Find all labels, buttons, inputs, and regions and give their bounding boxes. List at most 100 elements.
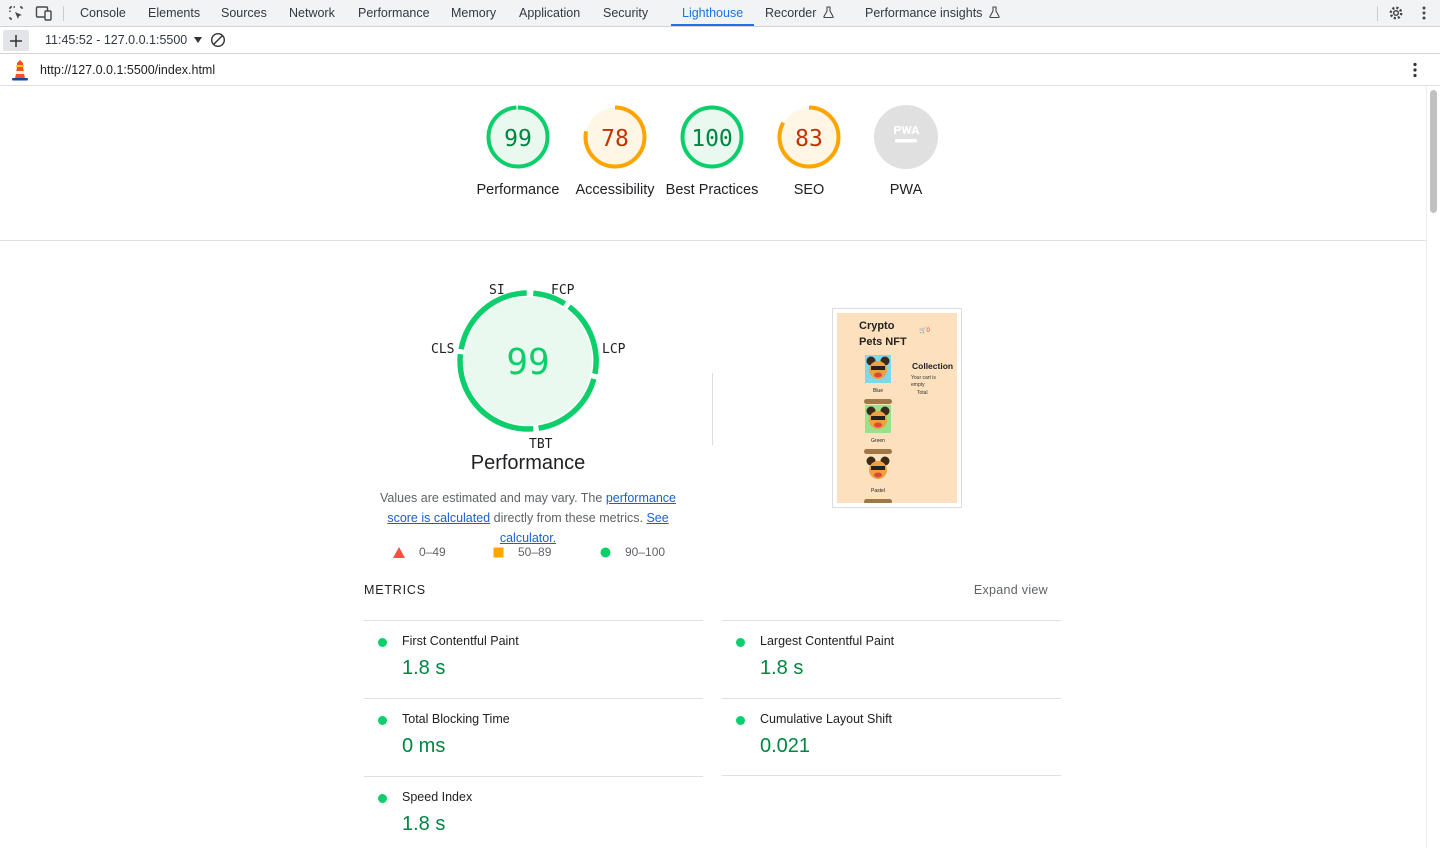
metric-name: Cumulative Layout Shift: [760, 712, 893, 726]
toolbar-separator: [1377, 6, 1378, 21]
expand-view-toggle[interactable]: Expand view: [974, 583, 1048, 597]
report-selector[interactable]: 11:45:52 - 127.0.0.1:5500: [45, 27, 202, 53]
tab-lighthouse[interactable]: Lighthouse: [682, 0, 743, 26]
item-name: Blue: [872, 388, 883, 394]
add-to-cart-bar: [864, 399, 892, 404]
gauge-label: Accessibility: [575, 182, 655, 198]
metric-first-contentful-paint: First Contentful Paint 1.8 s: [364, 620, 703, 698]
score-gauges: 99 Performance 78 Accessibility 100 Best…: [0, 86, 1426, 241]
gauge-label: Best Practices: [665, 182, 759, 198]
tab-sources[interactable]: Sources: [221, 0, 267, 26]
more-options-icon[interactable]: [1414, 0, 1434, 26]
gauge-accessibility[interactable]: 78 Accessibility: [565, 104, 665, 200]
gauge-score: 99: [504, 126, 532, 152]
gauge-label: Performance: [476, 182, 560, 198]
tab-performance-insights[interactable]: Performance insights: [865, 0, 1000, 26]
screenshot-heading: Collection: [912, 361, 954, 371]
metric-label-si: SI: [489, 283, 505, 298]
devtools-toolbar: Console Elements Sources Network Perform…: [0, 0, 1440, 27]
final-screenshot[interactable]: Crypto Pets NFT 🛒0 Collection Your cart …: [832, 308, 962, 508]
performance-description: Values are estimated and may vary. The p…: [364, 488, 692, 548]
cart-count: 0: [926, 328, 930, 334]
performance-score: 99: [506, 342, 549, 383]
screenshot-total: Total: [917, 390, 928, 396]
metric-name: Largest Contentful Paint: [760, 634, 895, 648]
gauge-seo[interactable]: 83 SEO: [759, 104, 859, 200]
tab-performance-insights-label: Performance insights: [865, 6, 983, 20]
metric-speed-index: Speed Index 1.8 s: [364, 776, 703, 848]
tab-network[interactable]: Network: [289, 0, 335, 26]
pwa-na-dash: [895, 139, 917, 143]
tab-recorder-label: Recorder: [765, 6, 817, 20]
screenshot-item: Blue: [863, 355, 893, 404]
add-to-cart-bar: [864, 449, 892, 454]
metric-name: First Contentful Paint: [402, 634, 519, 648]
tab-application[interactable]: Application: [519, 0, 580, 26]
vertical-scrollbar[interactable]: [1426, 86, 1440, 848]
report-url: http://127.0.0.1:5500/index.html: [40, 63, 216, 77]
metric-value: 1.8 s: [402, 813, 446, 835]
gauge-label: PWA: [889, 182, 923, 198]
item-name: Pastel: [871, 488, 885, 494]
metrics-header: METRICS Expand view: [364, 583, 1062, 609]
triangle-fail-icon: [393, 546, 405, 558]
settings-gear-icon[interactable]: [1386, 0, 1406, 26]
tab-recorder[interactable]: Recorder: [765, 0, 834, 26]
metric-value: 1.8 s: [402, 657, 446, 679]
legend-pass-label: 90–100: [625, 545, 666, 559]
metric-name: Speed Index: [402, 790, 473, 804]
clear-reports-icon[interactable]: [208, 27, 228, 53]
tab-performance[interactable]: Performance: [358, 0, 430, 26]
lighthouse-toolbar: 11:45:52 - 127.0.0.1:5500: [0, 27, 1440, 54]
pet-image-icon: [865, 355, 891, 383]
report-url-bar: http://127.0.0.1:5500/index.html: [0, 54, 1440, 86]
gauge-best-practices[interactable]: 100 Best Practices: [662, 104, 762, 200]
screenshot-cart-text: Your cart is empty: [911, 375, 936, 388]
legend-fail-label: 0–49: [419, 545, 446, 559]
new-report-button[interactable]: [3, 30, 29, 51]
square-average-icon: [493, 547, 504, 557]
description-text: Values are estimated and may vary. The: [380, 491, 606, 505]
description-text: directly from these metrics.: [490, 511, 647, 525]
screenshot-page: Crypto Pets NFT 🛒0 Collection Your cart …: [837, 313, 957, 503]
plus-icon: [10, 34, 22, 47]
scrollbar-thumb[interactable]: [1430, 90, 1437, 213]
metric-largest-contentful-paint: Largest Contentful Paint 1.8 s: [722, 620, 1061, 698]
legend-fail: 0–49: [393, 545, 446, 559]
tab-memory[interactable]: Memory: [451, 0, 496, 26]
gauge-label: SEO: [793, 182, 825, 198]
metric-cumulative-layout-shift: Cumulative Layout Shift 0.021: [722, 698, 1061, 776]
tab-security[interactable]: Security: [603, 0, 648, 26]
metric-label-fcp: FCP: [551, 283, 575, 298]
report-menu-icon[interactable]: [1408, 62, 1422, 81]
metric-name: Total Blocking Time: [402, 712, 510, 726]
pass-dot-icon: [378, 716, 387, 725]
gauge-score: 83: [795, 126, 823, 152]
screenshot-title: Crypto Pets NFT: [859, 320, 907, 348]
gauge-performance[interactable]: 99 Performance: [468, 104, 568, 200]
tab-elements[interactable]: Elements: [148, 0, 200, 26]
metric-value: 1.8 s: [760, 657, 804, 679]
tab-console[interactable]: Console: [80, 0, 126, 26]
device-toolbar-icon[interactable]: [34, 0, 54, 26]
add-to-cart-bar: [864, 499, 892, 503]
metric-label-cls: CLS: [431, 342, 455, 357]
metric-label-tbt: TBT: [529, 437, 553, 452]
gauge-score: 78: [601, 126, 629, 152]
report-selector-value: 11:45:52 - 127.0.0.1:5500: [45, 33, 188, 47]
inspect-element-icon[interactable]: [6, 0, 26, 26]
metric-value: 0.021: [760, 735, 811, 757]
pass-dot-icon: [378, 638, 387, 647]
active-tab-indicator: [671, 24, 754, 26]
pass-dot-icon: [736, 716, 745, 725]
pet-image-icon: [865, 405, 891, 433]
pass-dot-icon: [378, 794, 387, 803]
dropdown-arrow-icon: [193, 37, 202, 43]
legend-average: 50–89: [493, 545, 551, 559]
toolbar-separator: [63, 6, 64, 21]
vertical-divider: [712, 373, 713, 445]
screenshot-item: Green: [863, 405, 893, 454]
pet-image-icon: [865, 455, 891, 483]
metric-divider: [722, 775, 1061, 776]
gauge-pwa[interactable]: PWA: [856, 104, 956, 200]
